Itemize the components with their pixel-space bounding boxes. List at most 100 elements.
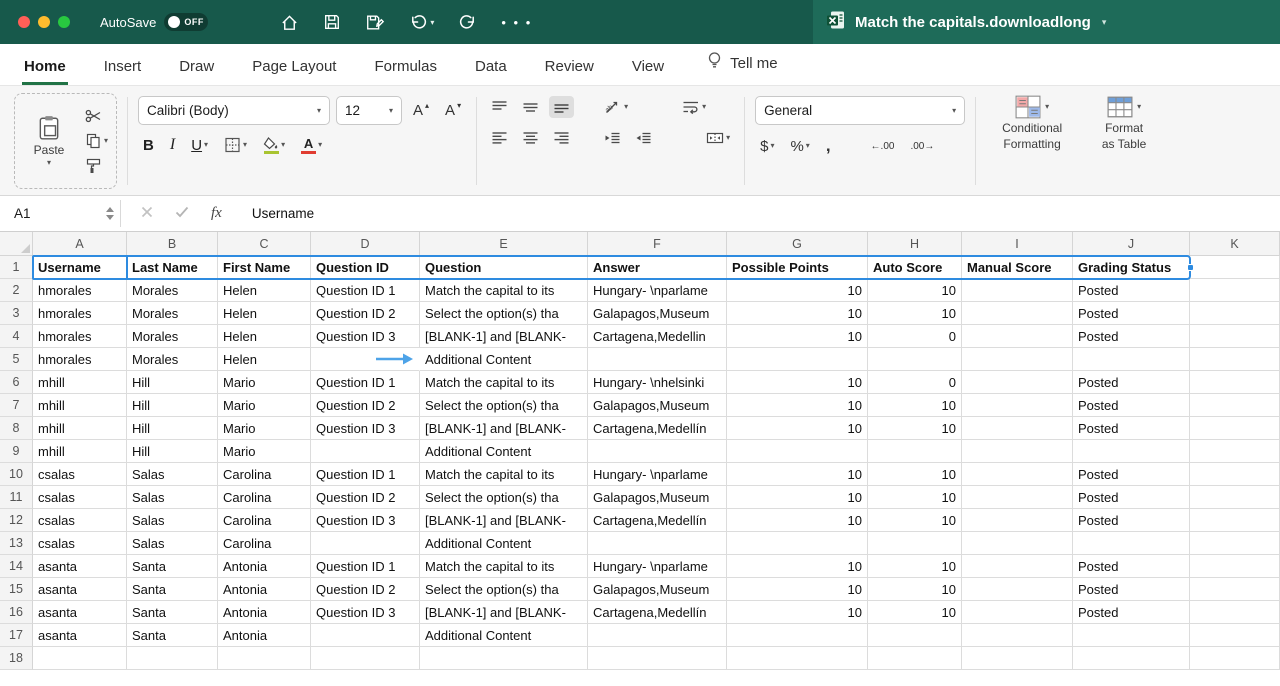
cell-E9[interactable]: Additional Content [420, 440, 588, 463]
cell-I18[interactable] [962, 647, 1073, 670]
cell-K3[interactable] [1190, 302, 1280, 325]
cell-J11[interactable]: Posted [1073, 486, 1190, 509]
cell-H4[interactable]: 0 [868, 325, 962, 348]
merge-center-button[interactable]: ▾ [702, 127, 734, 149]
cell-H9[interactable] [868, 440, 962, 463]
tab-view[interactable]: View [630, 49, 666, 85]
cell-J16[interactable]: Posted [1073, 601, 1190, 624]
cell-F11[interactable]: Galapagos,Museum [588, 486, 727, 509]
cell-G17[interactable] [727, 624, 868, 647]
cell-I11[interactable] [962, 486, 1073, 509]
cell-E4[interactable]: [BLANK-1] and [BLANK- [420, 325, 588, 348]
cell-A15[interactable]: asanta [33, 578, 127, 601]
tab-home[interactable]: Home [22, 49, 68, 85]
column-header-F[interactable]: F [588, 232, 727, 256]
cell-H2[interactable]: 10 [868, 279, 962, 302]
cell-B5[interactable]: Morales [127, 348, 218, 371]
zoom-window-button[interactable] [58, 16, 70, 28]
column-header-I[interactable]: I [962, 232, 1073, 256]
cell-F9[interactable] [588, 440, 727, 463]
row-header-3[interactable]: 3 [0, 302, 33, 325]
cell-J17[interactable] [1073, 624, 1190, 647]
cell-I8[interactable] [962, 417, 1073, 440]
cell-F18[interactable] [588, 647, 727, 670]
cell-G18[interactable] [727, 647, 868, 670]
cell-F1[interactable]: Answer [588, 256, 727, 279]
more-toolbar-icon[interactable]: • • • [501, 15, 532, 30]
formula-bar-content[interactable]: Username [242, 196, 314, 231]
cell-D7[interactable]: Question ID 2 [311, 394, 420, 417]
fill-color-button[interactable]: ▾ [258, 135, 290, 156]
row-header-15[interactable]: 15 [0, 578, 33, 601]
cell-E1[interactable]: Question [420, 256, 588, 279]
cell-D4[interactable]: Question ID 3 [311, 325, 420, 348]
cell-H12[interactable]: 10 [868, 509, 962, 532]
paste-button[interactable]: Paste ▾ [23, 115, 75, 167]
cell-D9[interactable] [311, 440, 420, 463]
cell-J2[interactable]: Posted [1073, 279, 1190, 302]
column-header-H[interactable]: H [868, 232, 962, 256]
cell-D10[interactable]: Question ID 1 [311, 463, 420, 486]
wrap-text-button[interactable]: ▾ [678, 96, 710, 118]
align-right-button[interactable] [549, 127, 574, 149]
cell-C3[interactable]: Helen [218, 302, 311, 325]
paste-menu-chevron-icon[interactable]: ▾ [47, 159, 51, 167]
italic-button[interactable]: I [165, 134, 180, 156]
cell-I10[interactable] [962, 463, 1073, 486]
cell-G13[interactable] [727, 532, 868, 555]
tab-formulas[interactable]: Formulas [372, 49, 439, 85]
cell-F6[interactable]: Hungary- \nhelsinki [588, 371, 727, 394]
name-box[interactable]: A1 [0, 196, 100, 231]
font-color-button[interactable]: A ▾ [296, 135, 327, 156]
select-all-corner[interactable] [0, 232, 33, 256]
row-header-6[interactable]: 6 [0, 371, 33, 394]
cell-K5[interactable] [1190, 348, 1280, 371]
cell-K2[interactable] [1190, 279, 1280, 302]
cell-G9[interactable] [727, 440, 868, 463]
cell-B3[interactable]: Morales [127, 302, 218, 325]
cell-E18[interactable] [420, 647, 588, 670]
column-header-B[interactable]: B [127, 232, 218, 256]
tab-insert[interactable]: Insert [102, 49, 144, 85]
cell-D3[interactable]: Question ID 2 [311, 302, 420, 325]
increase-indent-button[interactable] [631, 127, 656, 149]
cell-B10[interactable]: Salas [127, 463, 218, 486]
cell-E14[interactable]: Match the capital to its [420, 555, 588, 578]
column-header-C[interactable]: C [218, 232, 311, 256]
cell-D1[interactable]: Question ID [311, 256, 420, 279]
row-header-4[interactable]: 4 [0, 325, 33, 348]
cancel-entry-icon[interactable] [141, 205, 153, 223]
cell-J9[interactable] [1073, 440, 1190, 463]
decrease-decimal-button[interactable]: .00→ [905, 139, 939, 154]
cell-I4[interactable] [962, 325, 1073, 348]
cell-G10[interactable]: 10 [727, 463, 868, 486]
cell-C8[interactable]: Mario [218, 417, 311, 440]
cell-H10[interactable]: 10 [868, 463, 962, 486]
cell-I1[interactable]: Manual Score [962, 256, 1073, 279]
cell-J15[interactable]: Posted [1073, 578, 1190, 601]
cell-A11[interactable]: csalas [33, 486, 127, 509]
cell-A4[interactable]: hmorales [33, 325, 127, 348]
cell-J7[interactable]: Posted [1073, 394, 1190, 417]
cell-K13[interactable] [1190, 532, 1280, 555]
cell-C5[interactable]: Helen [218, 348, 311, 371]
cell-A1[interactable]: Username [33, 256, 127, 279]
tab-data[interactable]: Data [473, 49, 509, 85]
save-as-icon[interactable] [365, 13, 385, 32]
tab-review[interactable]: Review [543, 49, 596, 85]
align-left-button[interactable] [487, 127, 512, 149]
home-icon[interactable] [280, 13, 299, 32]
cell-H7[interactable]: 10 [868, 394, 962, 417]
cell-A3[interactable]: hmorales [33, 302, 127, 325]
cell-J6[interactable]: Posted [1073, 371, 1190, 394]
cell-E6[interactable]: Match the capital to its [420, 371, 588, 394]
cell-C15[interactable]: Antonia [218, 578, 311, 601]
conditional-formatting-button[interactable]: ▾ Conditional Formatting [986, 93, 1078, 189]
cell-F7[interactable]: Galapagos,Museum [588, 394, 727, 417]
cell-A10[interactable]: csalas [33, 463, 127, 486]
copy-menu-chevron-icon[interactable]: ▾ [104, 137, 108, 145]
cell-H15[interactable]: 10 [868, 578, 962, 601]
row-header-1[interactable]: 1 [0, 256, 33, 279]
document-title-cluster[interactable]: Match the capitals.downloadlong ▾ [826, 0, 1106, 44]
cell-B6[interactable]: Hill [127, 371, 218, 394]
